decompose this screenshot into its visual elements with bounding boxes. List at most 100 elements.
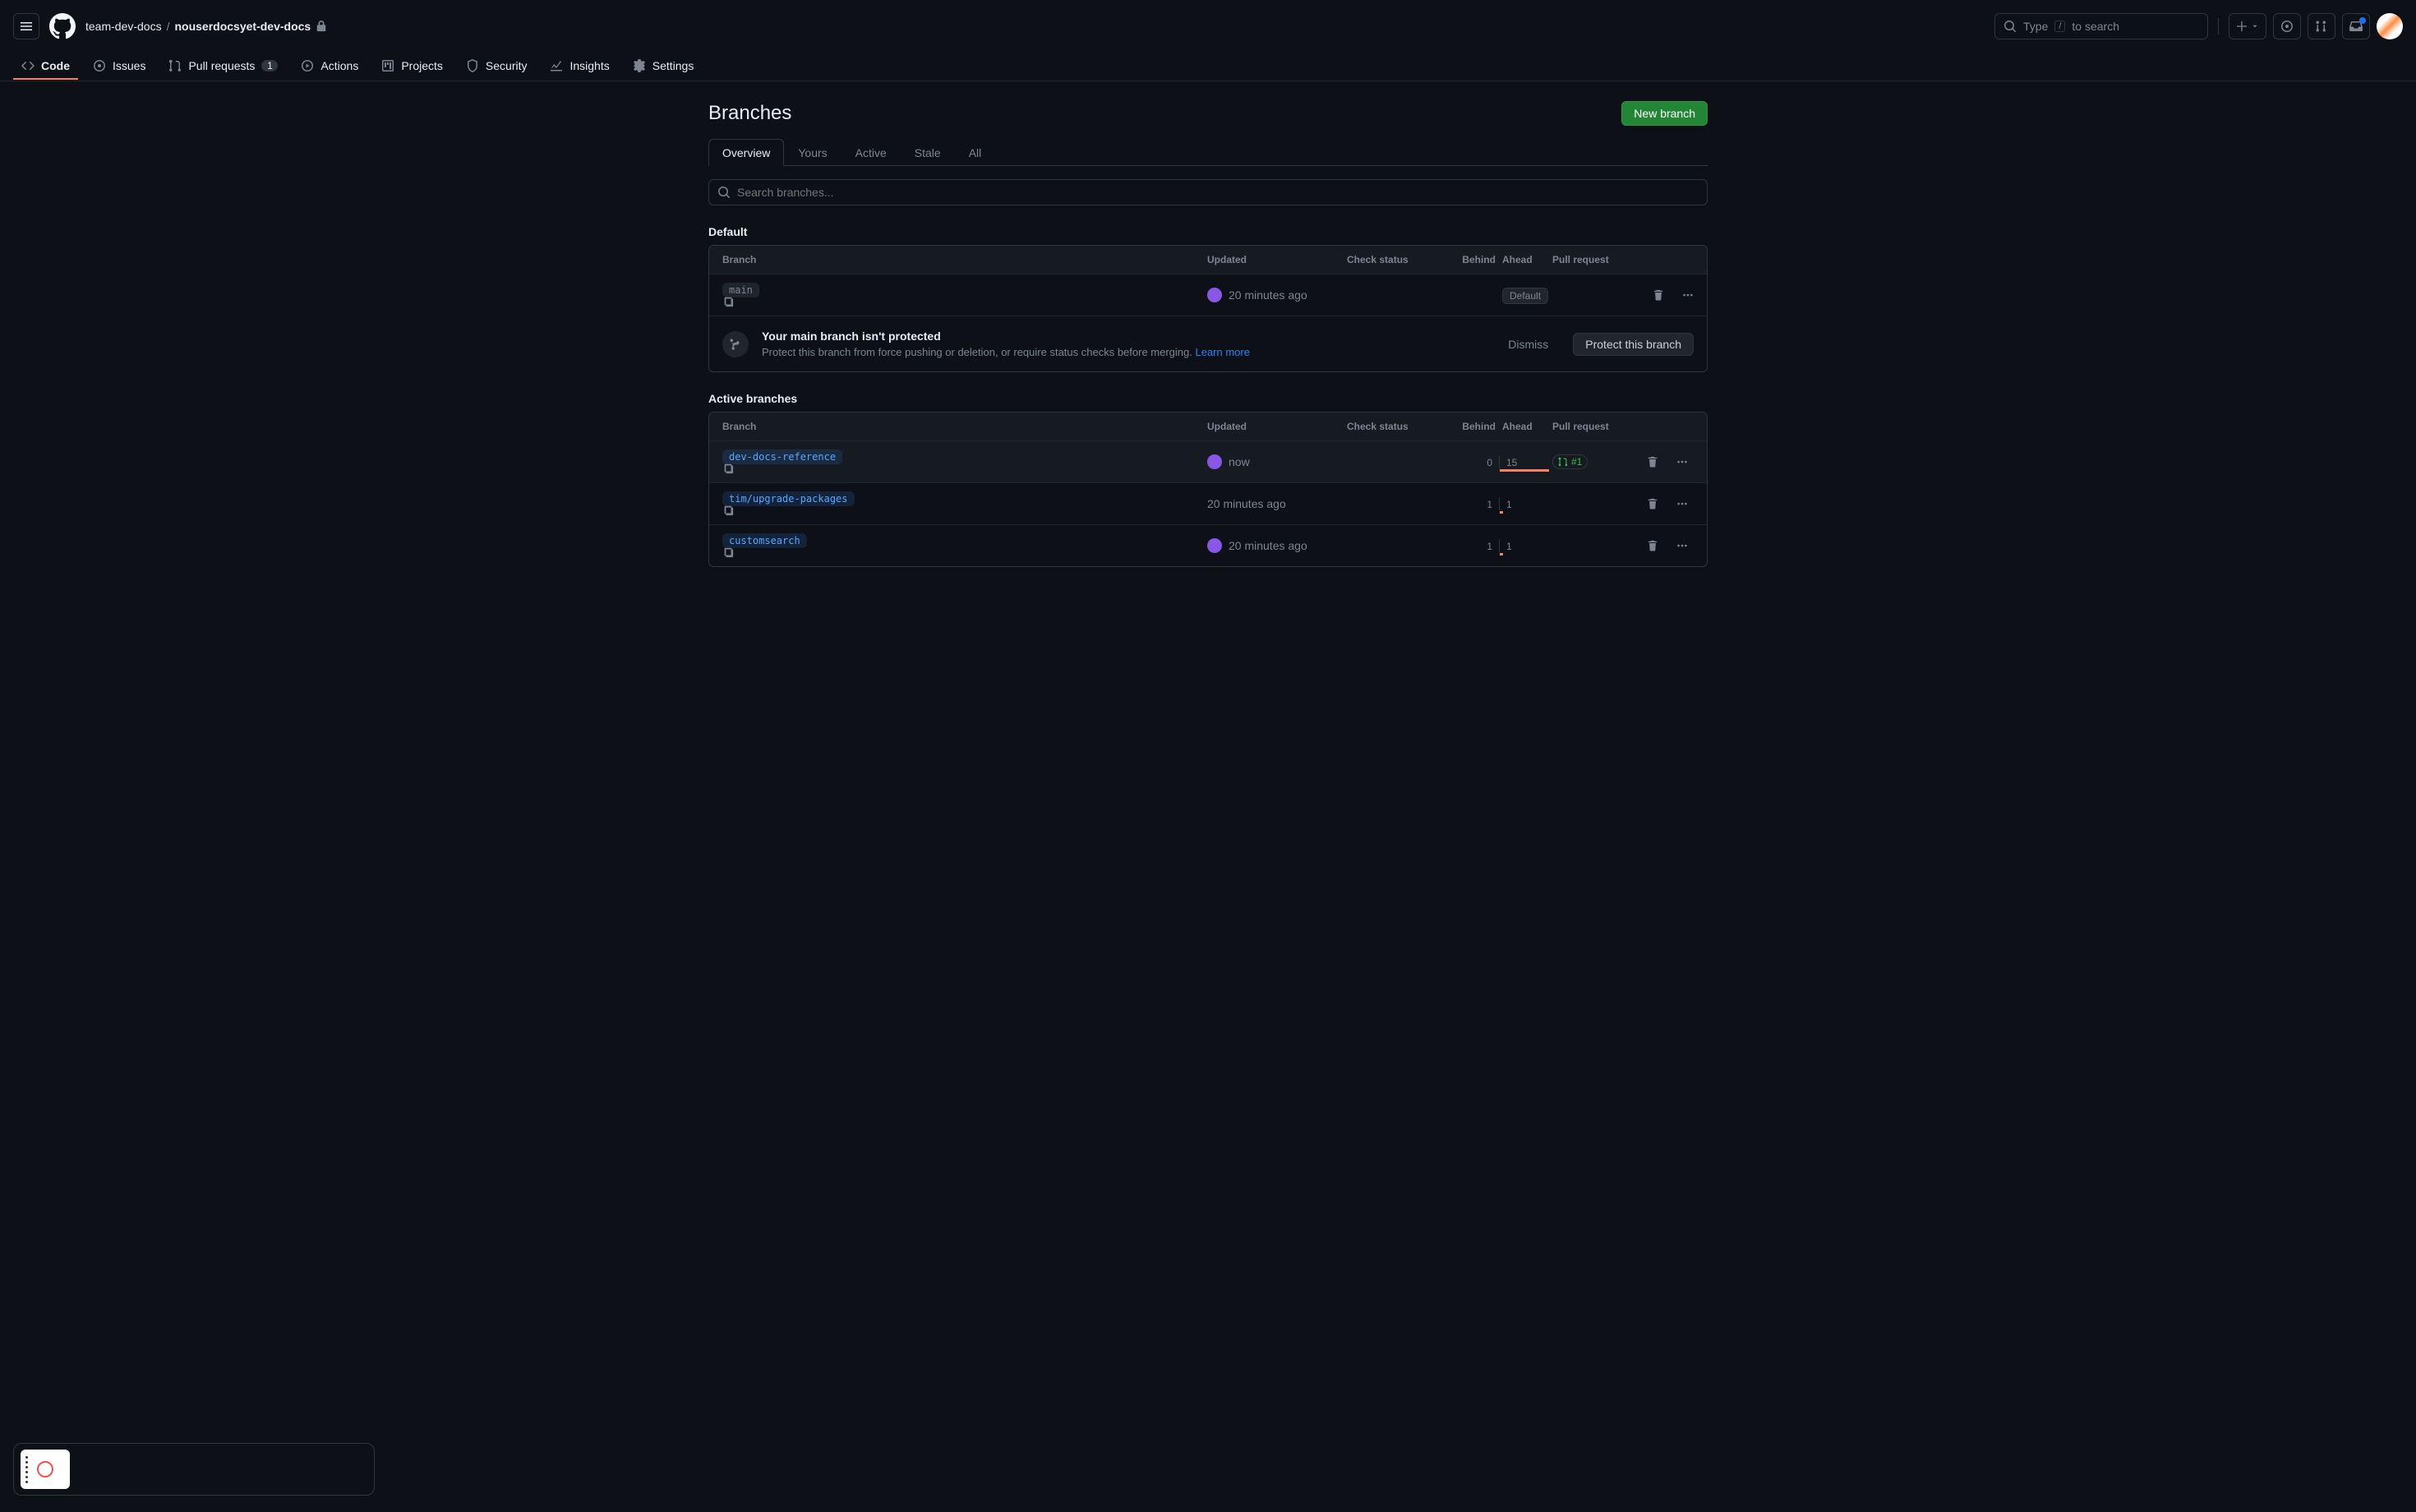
- copy-button[interactable]: [722, 505, 1207, 516]
- page-title: Branches: [708, 102, 791, 125]
- global-search[interactable]: Type / to search: [1994, 13, 2208, 39]
- learn-more-link[interactable]: Learn more: [1195, 346, 1249, 358]
- cell-branch: dev-docs-reference: [722, 449, 1207, 474]
- nav-projects-label: Projects: [401, 59, 443, 72]
- repo-link[interactable]: nouserdocsyet-dev-docs: [174, 20, 311, 33]
- pr-link[interactable]: #1: [1552, 454, 1588, 469]
- protect-title: Your main branch isn't protected: [762, 330, 1483, 343]
- nav-security[interactable]: Security: [458, 53, 536, 81]
- lock-icon: [316, 21, 327, 32]
- more-button[interactable]: [1671, 492, 1694, 515]
- cell-actions: [1634, 450, 1694, 473]
- menu-button[interactable]: [13, 13, 39, 39]
- cell-ahead: 1: [1499, 497, 1536, 510]
- tab-stale[interactable]: Stale: [901, 139, 955, 166]
- ahead-bar: [1500, 469, 1549, 472]
- header-right: Type / to search: [1994, 13, 2403, 39]
- branch-name-link[interactable]: customsearch: [722, 533, 807, 548]
- protect-desc-text: Protect this branch from force pushing o…: [762, 346, 1195, 358]
- branch-name-link[interactable]: tim/upgrade-packages: [722, 491, 855, 506]
- git-branch-icon: [729, 338, 742, 351]
- table-row: dev-docs-reference now 0 15 #1: [709, 440, 1707, 482]
- code-icon: [21, 59, 35, 72]
- copy-icon: [722, 546, 734, 558]
- ahead-count: 1: [1503, 499, 1515, 510]
- org-link[interactable]: team-dev-docs: [85, 20, 162, 33]
- new-branch-button[interactable]: New branch: [1621, 101, 1708, 126]
- author-avatar[interactable]: [1207, 288, 1222, 302]
- cell-updated: 20 minutes ago: [1207, 538, 1347, 553]
- tab-all[interactable]: All: [955, 139, 996, 166]
- tab-overview[interactable]: Overview: [708, 139, 784, 166]
- ahead-count: 15: [1503, 457, 1520, 468]
- copy-button[interactable]: [722, 546, 1207, 558]
- search-branches[interactable]: [708, 179, 1708, 205]
- updated-text: 20 minutes ago: [1229, 288, 1307, 302]
- recording-widget[interactable]: [13, 1443, 375, 1496]
- nav-settings-label: Settings: [652, 59, 694, 72]
- search-branches-input[interactable]: [737, 186, 1699, 199]
- more-button[interactable]: [1671, 450, 1694, 473]
- search-icon: [717, 186, 731, 199]
- copy-icon: [722, 505, 734, 516]
- nav-security-label: Security: [486, 59, 528, 72]
- cell-updated: now: [1207, 454, 1347, 469]
- nav-actions[interactable]: Actions: [293, 53, 367, 81]
- nav-insights[interactable]: Insights: [542, 53, 617, 81]
- th-branch: Branch: [722, 254, 1207, 265]
- th-updated: Updated: [1207, 421, 1347, 432]
- kebab-icon: [1676, 540, 1688, 551]
- main-container: Branches New branch Overview Yours Activ…: [682, 81, 1734, 606]
- repo-nav: Code Issues Pull requests 1 Actions Proj…: [0, 53, 2416, 81]
- pulls-button[interactable]: [2308, 13, 2335, 39]
- nav-projects[interactable]: Projects: [373, 53, 451, 81]
- cell-actions: [1634, 534, 1694, 557]
- branch-name-link[interactable]: main: [722, 283, 759, 297]
- tab-yours[interactable]: Yours: [784, 139, 841, 166]
- nav-insights-label: Insights: [569, 59, 609, 72]
- delete-button[interactable]: [1641, 492, 1664, 515]
- tab-active[interactable]: Active: [841, 139, 901, 166]
- delete-button[interactable]: [1641, 450, 1664, 473]
- trash-icon: [1647, 498, 1658, 509]
- recording-inner: [21, 1450, 70, 1489]
- th-check: Check status: [1347, 254, 1462, 265]
- nav-settings[interactable]: Settings: [625, 53, 703, 81]
- protect-branch-button[interactable]: Protect this branch: [1573, 333, 1694, 356]
- delete-button[interactable]: [1641, 534, 1664, 557]
- issues-button[interactable]: [2273, 13, 2301, 39]
- behind-count: 0: [1483, 457, 1496, 468]
- cell-ahead: Default: [1499, 288, 1548, 302]
- nav-code[interactable]: Code: [13, 53, 78, 81]
- updated-text: 20 minutes ago: [1207, 497, 1286, 510]
- nav-pulls[interactable]: Pull requests 1: [160, 53, 286, 81]
- copy-button[interactable]: [722, 296, 1207, 307]
- pull-request-icon: [168, 59, 182, 72]
- nav-issues[interactable]: Issues: [85, 53, 154, 81]
- create-new-button[interactable]: [2229, 13, 2266, 39]
- divider: [2218, 18, 2219, 35]
- author-avatar[interactable]: [1207, 538, 1222, 553]
- project-icon: [381, 59, 394, 72]
- user-avatar[interactable]: [2377, 13, 2403, 39]
- more-button[interactable]: [1671, 534, 1694, 557]
- hamburger-icon: [20, 20, 33, 33]
- copy-icon: [722, 463, 734, 474]
- delete-button[interactable]: [1647, 284, 1670, 307]
- github-logo-icon[interactable]: [49, 13, 76, 39]
- ahead-bar: [1500, 553, 1503, 555]
- nav-actions-label: Actions: [320, 59, 358, 72]
- updated-text: 20 minutes ago: [1229, 539, 1307, 552]
- active-section-title: Active branches: [708, 392, 1708, 405]
- more-button[interactable]: [1676, 284, 1699, 307]
- cell-behind: 0: [1462, 455, 1499, 468]
- ahead-bar: [1500, 511, 1503, 514]
- copy-button[interactable]: [722, 463, 1207, 474]
- cell-ahead: 1: [1499, 539, 1536, 552]
- dismiss-button[interactable]: Dismiss: [1496, 334, 1560, 355]
- author-avatar[interactable]: [1207, 454, 1222, 469]
- branch-name-link[interactable]: dev-docs-reference: [722, 449, 842, 464]
- search-kbd: /: [2054, 21, 2065, 32]
- cell-ahead: 15: [1499, 455, 1536, 468]
- notifications-button[interactable]: [2342, 13, 2370, 39]
